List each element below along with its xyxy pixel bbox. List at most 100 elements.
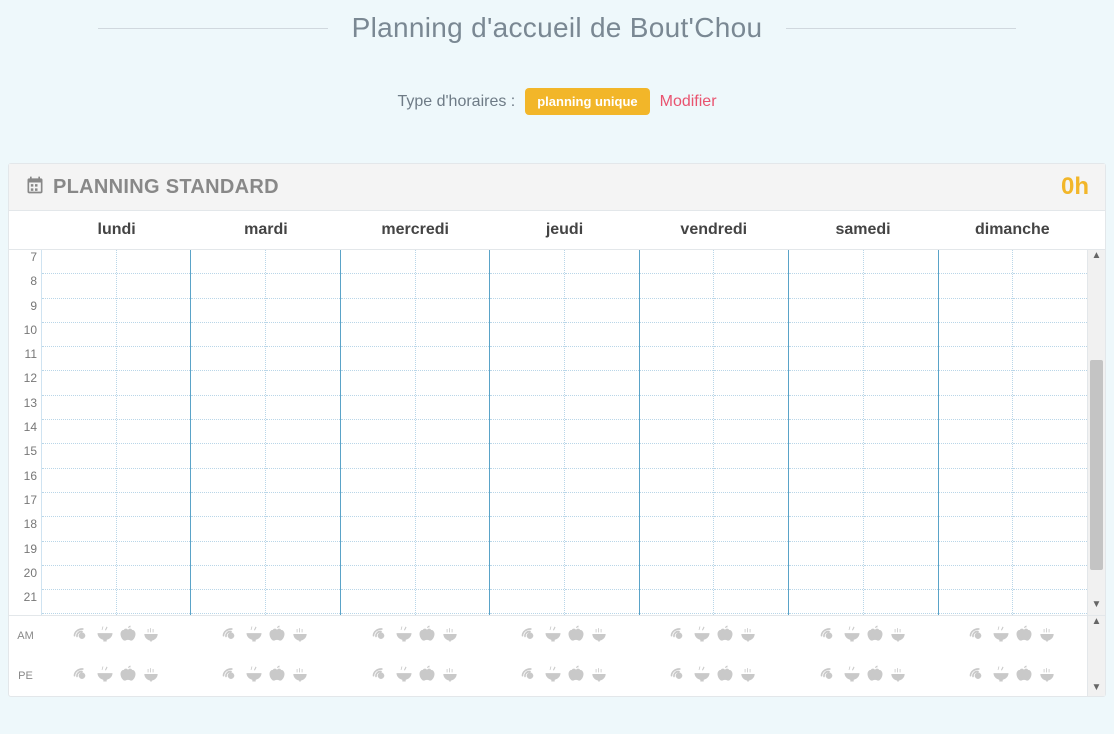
calendar-column[interactable] [789,250,864,615]
bowl-icon[interactable] [394,624,414,649]
calendar-column[interactable] [864,250,939,615]
croissant-icon[interactable] [221,664,241,689]
soup-icon[interactable] [888,664,908,689]
bowl-icon[interactable] [244,624,264,649]
calendar-scrollbar[interactable]: ▲ ▼ [1087,250,1105,615]
meal-scroll-up-icon[interactable]: ▲ [1088,616,1105,630]
croissant-icon[interactable] [669,664,689,689]
meal-cell[interactable] [938,616,1087,656]
croissant-icon[interactable] [968,624,988,649]
soup-icon[interactable] [1037,664,1057,689]
soup-icon[interactable] [440,664,460,689]
bowl-icon[interactable] [543,664,563,689]
apple-icon[interactable] [1014,664,1034,689]
soup-icon[interactable] [738,664,758,689]
bowl-icon[interactable] [692,624,712,649]
soup-icon[interactable] [1037,624,1057,649]
calendar-column[interactable] [640,250,715,615]
apple-icon[interactable] [566,624,586,649]
apple-icon[interactable] [566,664,586,689]
meal-cell[interactable] [490,656,639,696]
day-header: vendredi [639,221,788,239]
apple-icon[interactable] [715,624,735,649]
meal-scroll-down-icon[interactable]: ▼ [1088,682,1105,696]
meal-cell[interactable] [191,616,340,656]
apple-icon[interactable] [417,664,437,689]
meal-scrollbar[interactable]: ▲ ▼ [1087,616,1105,696]
apple-icon[interactable] [267,624,287,649]
bowl-icon[interactable] [244,664,264,689]
calendar-column[interactable] [191,250,266,615]
bowl-icon[interactable] [543,624,563,649]
apple-icon[interactable] [118,664,138,689]
modify-link[interactable]: Modifier [660,93,717,111]
soup-icon[interactable] [290,624,310,649]
croissant-icon[interactable] [520,664,540,689]
soup-icon[interactable] [589,624,609,649]
bowl-icon[interactable] [95,624,115,649]
croissant-icon[interactable] [819,664,839,689]
croissant-icon[interactable] [669,624,689,649]
apple-icon[interactable] [118,624,138,649]
meal-cell[interactable] [341,616,490,656]
soup-icon[interactable] [738,624,758,649]
croissant-icon[interactable] [371,624,391,649]
apple-icon[interactable] [865,664,885,689]
soup-icon[interactable] [141,664,161,689]
meal-cell[interactable] [639,656,788,696]
croissant-icon[interactable] [72,664,92,689]
bowl-icon[interactable] [991,624,1011,649]
hour-label: 7 [9,250,41,274]
apple-icon[interactable] [865,624,885,649]
panel-title: PLANNING STANDARD [53,176,279,199]
bowl-icon[interactable] [842,624,862,649]
title-divider-left [98,28,328,29]
croissant-icon[interactable] [371,664,391,689]
bowl-icon[interactable] [991,664,1011,689]
bowl-icon[interactable] [394,664,414,689]
meal-cell[interactable] [639,616,788,656]
day-header: lundi [42,221,191,239]
hour-label: 21 [9,590,41,614]
meal-cell[interactable] [938,656,1087,696]
meal-cell[interactable] [788,656,937,696]
bowl-icon[interactable] [95,664,115,689]
calendar-column[interactable] [117,250,192,615]
soup-icon[interactable] [290,664,310,689]
meal-cell[interactable] [490,616,639,656]
calendar-column[interactable] [42,250,117,615]
calendar-column[interactable] [266,250,341,615]
meal-cell[interactable] [42,656,191,696]
apple-icon[interactable] [1014,624,1034,649]
croissant-icon[interactable] [819,624,839,649]
hour-label: 9 [9,299,41,323]
calendar-column[interactable] [341,250,416,615]
meal-cell[interactable] [191,656,340,696]
calendar-column[interactable] [490,250,565,615]
scroll-up-icon[interactable]: ▲ [1088,250,1105,266]
calendar-column[interactable] [939,250,1014,615]
soup-icon[interactable] [440,624,460,649]
scroll-down-icon[interactable]: ▼ [1088,599,1105,615]
scrollbar-thumb[interactable] [1090,360,1103,570]
meal-cell[interactable] [42,616,191,656]
soup-icon[interactable] [888,624,908,649]
calendar-column[interactable] [1013,250,1087,615]
apple-icon[interactable] [417,624,437,649]
hour-label: 8 [9,274,41,298]
bowl-icon[interactable] [842,664,862,689]
croissant-icon[interactable] [72,624,92,649]
calendar-column[interactable] [714,250,789,615]
soup-icon[interactable] [589,664,609,689]
bowl-icon[interactable] [692,664,712,689]
soup-icon[interactable] [141,624,161,649]
croissant-icon[interactable] [968,664,988,689]
apple-icon[interactable] [715,664,735,689]
croissant-icon[interactable] [520,624,540,649]
calendar-column[interactable] [416,250,491,615]
calendar-column[interactable] [565,250,640,615]
meal-cell[interactable] [788,616,937,656]
meal-cell[interactable] [341,656,490,696]
croissant-icon[interactable] [221,624,241,649]
apple-icon[interactable] [267,664,287,689]
